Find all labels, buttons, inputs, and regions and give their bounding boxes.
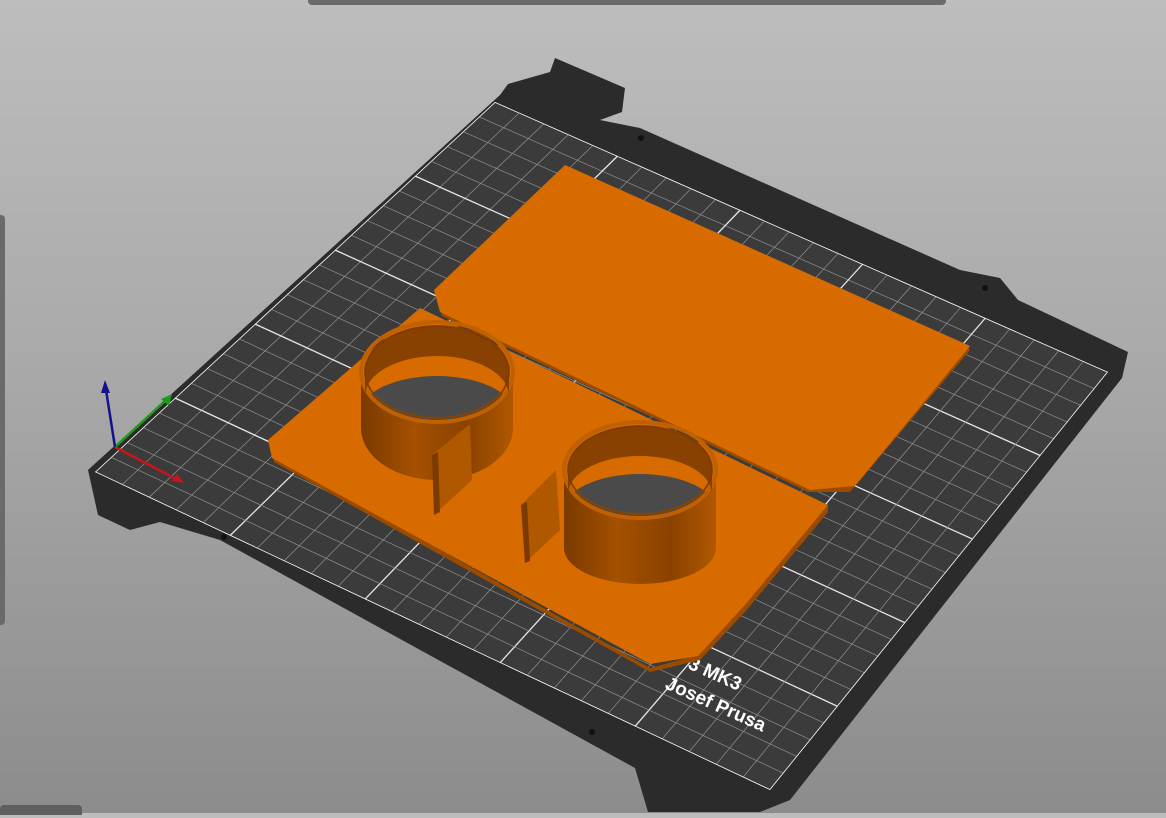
scene-canvas[interactable]: 3 MK3 Josef Prusa — [0, 0, 1166, 813]
bed-hole — [221, 534, 227, 540]
cup-ring-right — [562, 420, 718, 584]
left-sidebar-toolbar[interactable] — [0, 215, 5, 625]
axis-z-arrow — [101, 380, 110, 393]
3d-viewport[interactable]: 3 MK3 Josef Prusa — [0, 0, 1166, 815]
bed-hole — [982, 285, 988, 291]
top-toolbar[interactable] — [308, 0, 946, 5]
bottom-left-toolbar[interactable] — [0, 805, 82, 815]
bed-hole — [638, 135, 644, 141]
axis-z-icon — [104, 389, 117, 448]
bed-hole — [589, 729, 595, 735]
